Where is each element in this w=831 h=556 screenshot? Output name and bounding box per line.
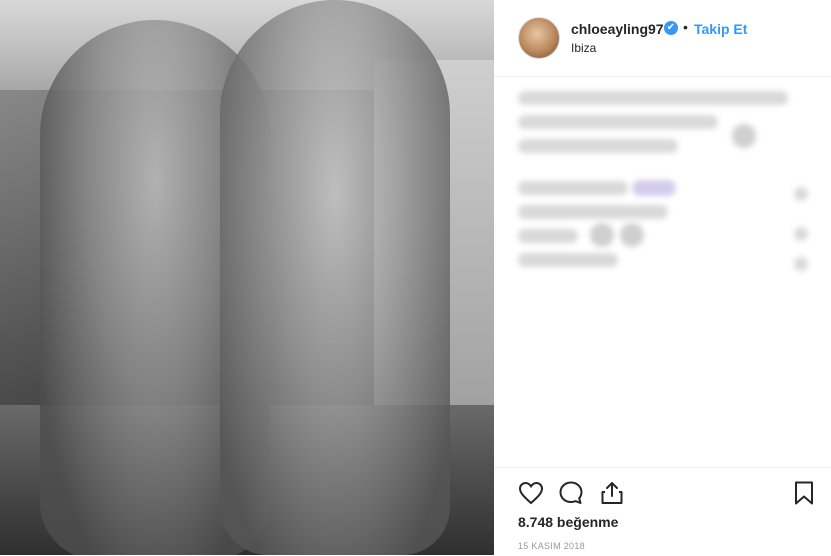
blurred-comment [518, 181, 628, 195]
blurred-avatar [732, 124, 756, 148]
bookmark-icon[interactable] [789, 478, 819, 508]
blurred-avatar [590, 223, 614, 247]
blurred-mention [632, 180, 676, 196]
separator-dot: • [683, 19, 688, 35]
verified-badge-icon: ✔ [664, 21, 678, 35]
blurred-comment [794, 227, 808, 241]
blurred-comment [518, 253, 618, 267]
post-date[interactable]: 15 KASIM 2018 [518, 541, 585, 551]
post-header: chloeayling97 ✔ • Takip Et Ibiza [494, 0, 831, 77]
location-link[interactable]: Ibiza [571, 41, 596, 55]
blurred-comment [518, 205, 668, 219]
blurred-avatar [620, 223, 644, 247]
share-icon[interactable] [597, 478, 627, 508]
photo-person-right [220, 0, 450, 555]
heart-icon[interactable] [516, 478, 546, 508]
post-side-panel: chloeayling97 ✔ • Takip Et Ibiza 8.748 b… [494, 0, 831, 555]
blurred-comment [518, 115, 718, 129]
post-photo[interactable] [0, 0, 494, 555]
avatar[interactable] [518, 17, 560, 59]
blurred-comment [518, 139, 678, 153]
post-actions: 8.748 beğenme 15 KASIM 2018 [494, 467, 831, 556]
blurred-comment [518, 229, 578, 243]
follow-button[interactable]: Takip Et [694, 21, 747, 37]
likes-count[interactable]: 8.748 beğenme [518, 514, 618, 530]
comment-icon[interactable] [556, 478, 586, 508]
blurred-comment [518, 91, 788, 105]
comments-area-blurred [494, 77, 831, 467]
username-link[interactable]: chloeayling97 [571, 21, 664, 37]
blurred-comment [794, 257, 808, 271]
blurred-comment [794, 187, 808, 201]
